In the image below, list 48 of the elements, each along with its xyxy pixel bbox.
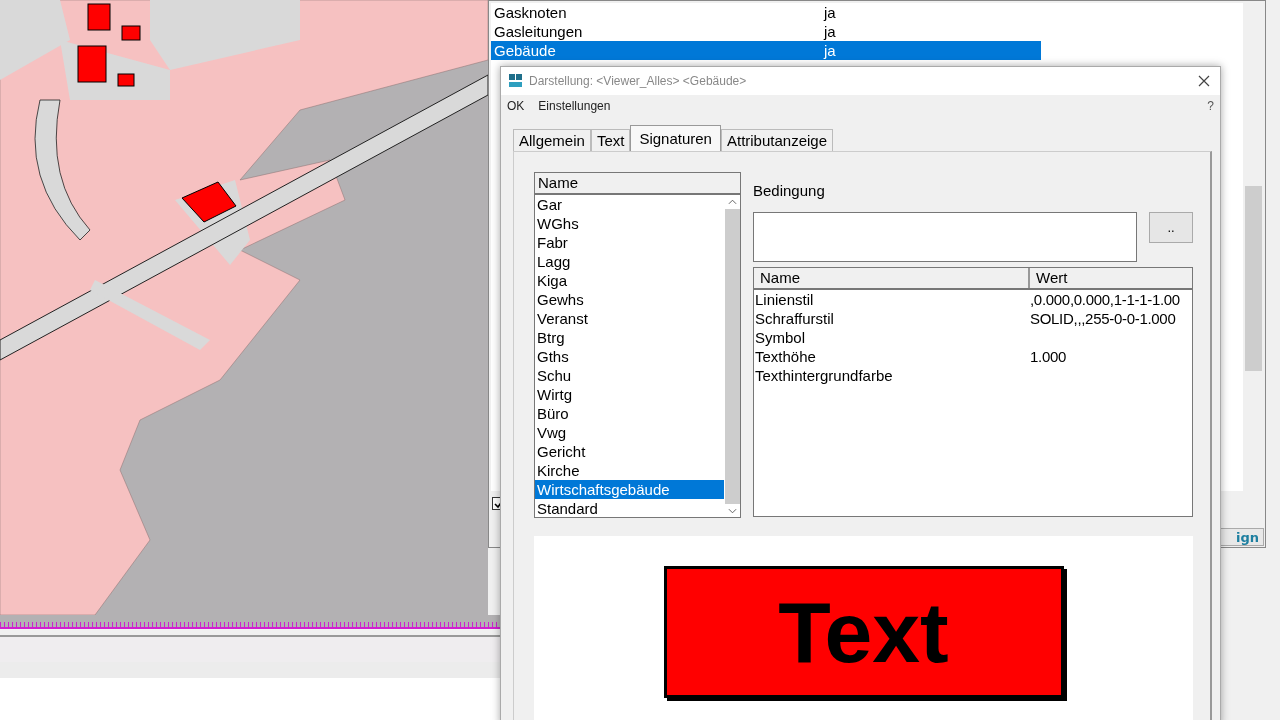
list-item[interactable]: Standard	[535, 499, 724, 518]
tab[interactable]: Signaturen	[630, 125, 721, 151]
list-item[interactable]: Btrg	[535, 328, 724, 347]
table-cell: ,0.000,0.000,1-1-1-1.00	[1030, 290, 1180, 309]
column-header[interactable]: Wert	[1030, 268, 1068, 288]
list-item[interactable]: Kiga	[535, 271, 724, 290]
list-item[interactable]: Büro	[535, 404, 724, 423]
column-header[interactable]: Name	[535, 173, 740, 195]
table-cell-text: Schraffurstil	[754, 309, 835, 328]
table-cell: 1.000	[1030, 347, 1067, 366]
list-item[interactable]: Fabr	[535, 233, 724, 252]
table-cell-text: Linienstil	[754, 290, 815, 309]
design-button[interactable]: ign	[1219, 528, 1264, 546]
list-item[interactable]: Veranst	[535, 309, 724, 328]
list-item[interactable]: Gths	[535, 347, 724, 366]
app-logo-icon	[509, 74, 523, 88]
table-cell-text: Texthöhe	[754, 347, 817, 366]
menu-item[interactable]: Einstellungen	[538, 99, 611, 113]
layer-row[interactable]: Gebäude ja	[491, 41, 1041, 60]
list-item[interactable]: Schu	[535, 366, 724, 385]
table-cell-text: Texthintergrundfarbe	[754, 366, 894, 385]
list-item[interactable]: Wirtschaftsgebäude	[535, 480, 724, 499]
condition-field[interactable]	[753, 212, 1137, 262]
window-title: Darstellung: <Viewer_Alles> <Gebäude>	[529, 74, 747, 88]
signature-preview: Text	[663, 566, 1064, 698]
layer-row[interactable]: Gasknoten ja	[491, 3, 1041, 22]
table-cell-text: Symbol	[754, 328, 807, 347]
list-item[interactable]: Gericht	[535, 442, 724, 461]
menu-item[interactable]: OK	[507, 99, 525, 113]
browse-button[interactable]: ..	[1149, 212, 1193, 243]
condition-label: Bedingung	[753, 182, 826, 201]
scroll-up-icon[interactable]	[727, 199, 737, 205]
list-item[interactable]: Vwg	[535, 423, 724, 442]
scroll-down-icon[interactable]	[727, 508, 737, 514]
help-button[interactable]: ?	[1207, 99, 1214, 113]
list-item[interactable]: Wirtg	[535, 385, 724, 404]
close-icon[interactable]	[1198, 75, 1210, 87]
list-item[interactable]: Kirche	[535, 461, 724, 480]
list-item[interactable]: Gar	[535, 195, 724, 214]
list-item[interactable]: Lagg	[535, 252, 724, 271]
tab[interactable]: Attributanzeige	[720, 129, 834, 151]
column-header[interactable]: Name	[754, 268, 1030, 288]
table-cell: SOLID,,,255-0-0-1.000	[1030, 309, 1176, 328]
tab[interactable]: Text	[590, 129, 631, 151]
list-item[interactable]: Gewhs	[535, 290, 724, 309]
tab[interactable]: Allgemein	[513, 129, 591, 151]
list-item[interactable]: WGhs	[535, 214, 724, 233]
layer-row[interactable]: Gasleitungen ja	[491, 22, 1041, 41]
